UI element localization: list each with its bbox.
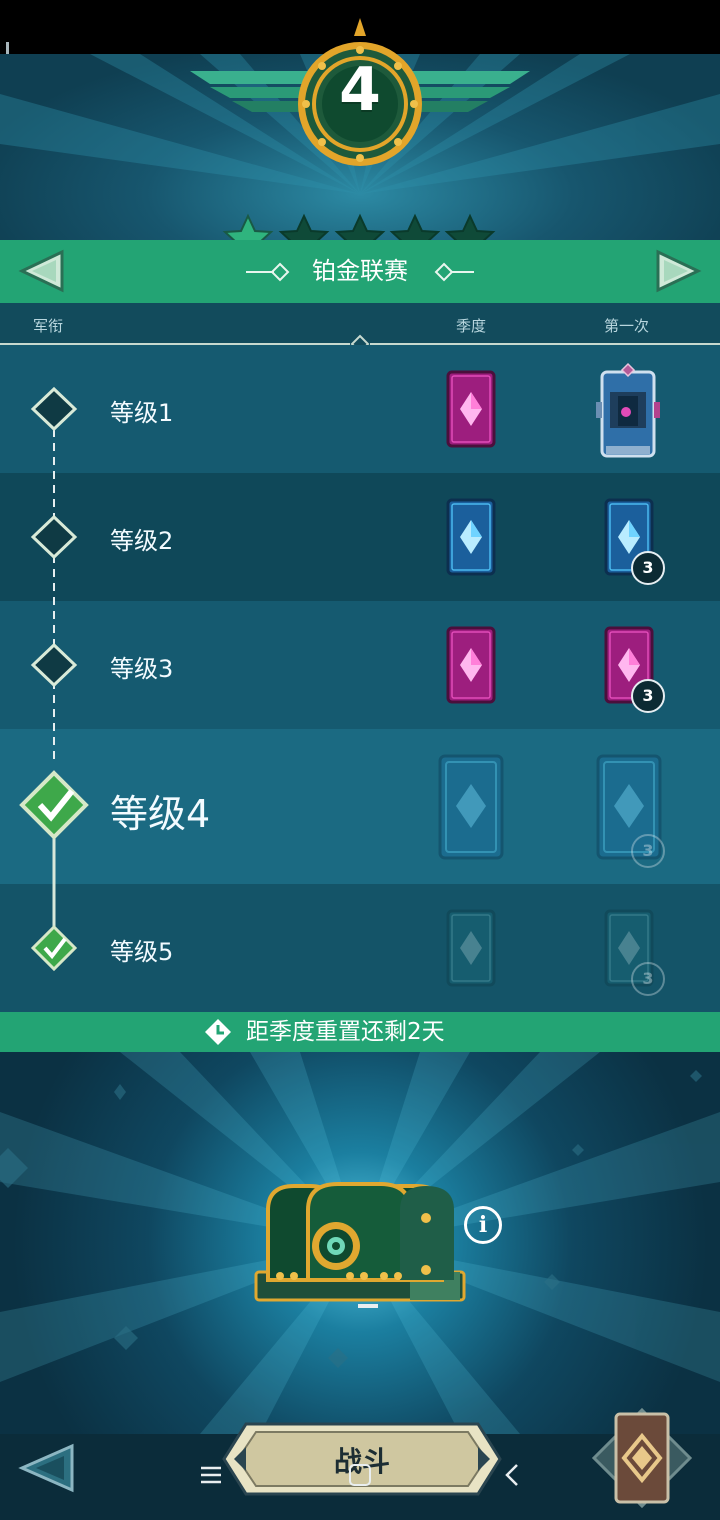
count-badge: 3 bbox=[631, 679, 665, 713]
bottom-bar: 战斗 bbox=[0, 1407, 720, 1520]
right-arrow-icon[interactable] bbox=[652, 248, 704, 294]
season-reset-text: 距季度重置还剩2天 bbox=[246, 1019, 445, 1045]
row-label: 等级3 bbox=[110, 655, 174, 683]
chest-area: i bbox=[0, 1052, 720, 1434]
back-icon[interactable] bbox=[502, 1462, 522, 1488]
blue-card-icon[interactable] bbox=[446, 909, 496, 987]
row-label: 等级2 bbox=[110, 527, 174, 555]
info-icon[interactable]: i bbox=[464, 1206, 502, 1244]
reward-chest-icon[interactable] bbox=[594, 362, 662, 460]
pink-card-icon[interactable] bbox=[446, 626, 496, 704]
left-arrow-icon[interactable] bbox=[16, 248, 68, 294]
menu-icon[interactable] bbox=[198, 1462, 224, 1488]
row-label: 等级4 bbox=[110, 792, 211, 836]
count-badge: 3 bbox=[631, 962, 665, 996]
row-label: 等级5 bbox=[110, 938, 174, 966]
back-arrow-icon[interactable] bbox=[18, 1442, 78, 1494]
count-badge: 3 bbox=[631, 551, 665, 585]
home-icon[interactable] bbox=[349, 1464, 371, 1486]
rank-number: 4 bbox=[339, 55, 381, 125]
chest-icon[interactable] bbox=[250, 1180, 470, 1310]
pink-card-icon[interactable] bbox=[446, 370, 496, 448]
blue-card-icon[interactable] bbox=[446, 498, 496, 576]
league-banner: 铂金联赛 bbox=[0, 240, 720, 303]
league-title: 铂金联赛 bbox=[312, 257, 408, 285]
season-reset-bar: 距季度重置还剩2天 bbox=[0, 1012, 720, 1052]
blue-card-icon[interactable] bbox=[438, 754, 504, 860]
count-badge: 3 bbox=[631, 834, 665, 868]
clock-icon bbox=[205, 1019, 231, 1045]
deck-icon[interactable] bbox=[590, 1406, 694, 1510]
row-label: 等级1 bbox=[110, 399, 174, 427]
